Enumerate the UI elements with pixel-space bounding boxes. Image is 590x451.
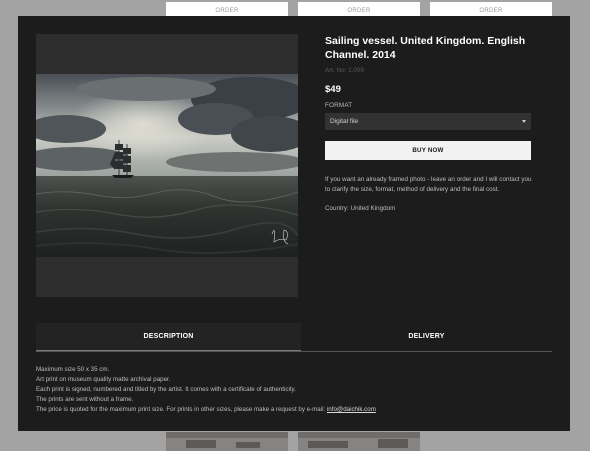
product-photo[interactable] (36, 74, 298, 257)
product-price: $49 (325, 84, 341, 95)
product-title: Sailing vessel. United Kingdom. English … (325, 35, 526, 61)
country-text: Country: United Kingdom (325, 205, 396, 212)
product-info: Sailing vessel. United Kingdom. English … (325, 34, 555, 212)
product-image-frame (36, 34, 298, 297)
format-select[interactable]: Digital file (325, 113, 531, 130)
description-line: Maximum size 50 x 35 cm. (36, 366, 110, 373)
buy-now-button[interactable]: BUY NOW (325, 141, 531, 160)
bg-order-button-3: ORDER (430, 2, 552, 17)
format-select-value: Digital file (330, 118, 359, 125)
tab-description[interactable]: DESCRIPTION (36, 323, 301, 351)
bg-thumbnail-2 (298, 432, 420, 451)
description-line: Art print on museum quality matte archiv… (36, 376, 171, 383)
order-note: If you want an already framed photo - le… (325, 176, 532, 193)
description-line: Each print is signed, numbered and title… (36, 386, 296, 393)
chevron-down-icon (522, 120, 526, 123)
sailing-vessel-photo (36, 74, 298, 257)
art-number: Art. No: 1.009 (325, 67, 364, 74)
description-line: The price is quoted for the maximum prin… (36, 405, 552, 415)
tab-delivery[interactable]: DELIVERY (301, 323, 552, 351)
bg-order-button-1: ORDER (166, 2, 288, 17)
price-note-text: The price is quoted for the maximum prin… (36, 406, 327, 413)
bg-thumbnail-1 (166, 432, 288, 451)
bg-order-button-2: ORDER (298, 2, 420, 17)
email-link[interactable]: info@daichik.com (327, 406, 376, 413)
description-panel: Maximum size 50 x 35 cm. Art print on mu… (36, 365, 552, 415)
product-tabs: DESCRIPTION DELIVERY (36, 323, 552, 352)
product-modal: Sailing vessel. United Kingdom. English … (18, 16, 570, 431)
description-line: The prints are sent without a frame. (36, 396, 134, 403)
format-label: FORMAT (325, 102, 353, 109)
